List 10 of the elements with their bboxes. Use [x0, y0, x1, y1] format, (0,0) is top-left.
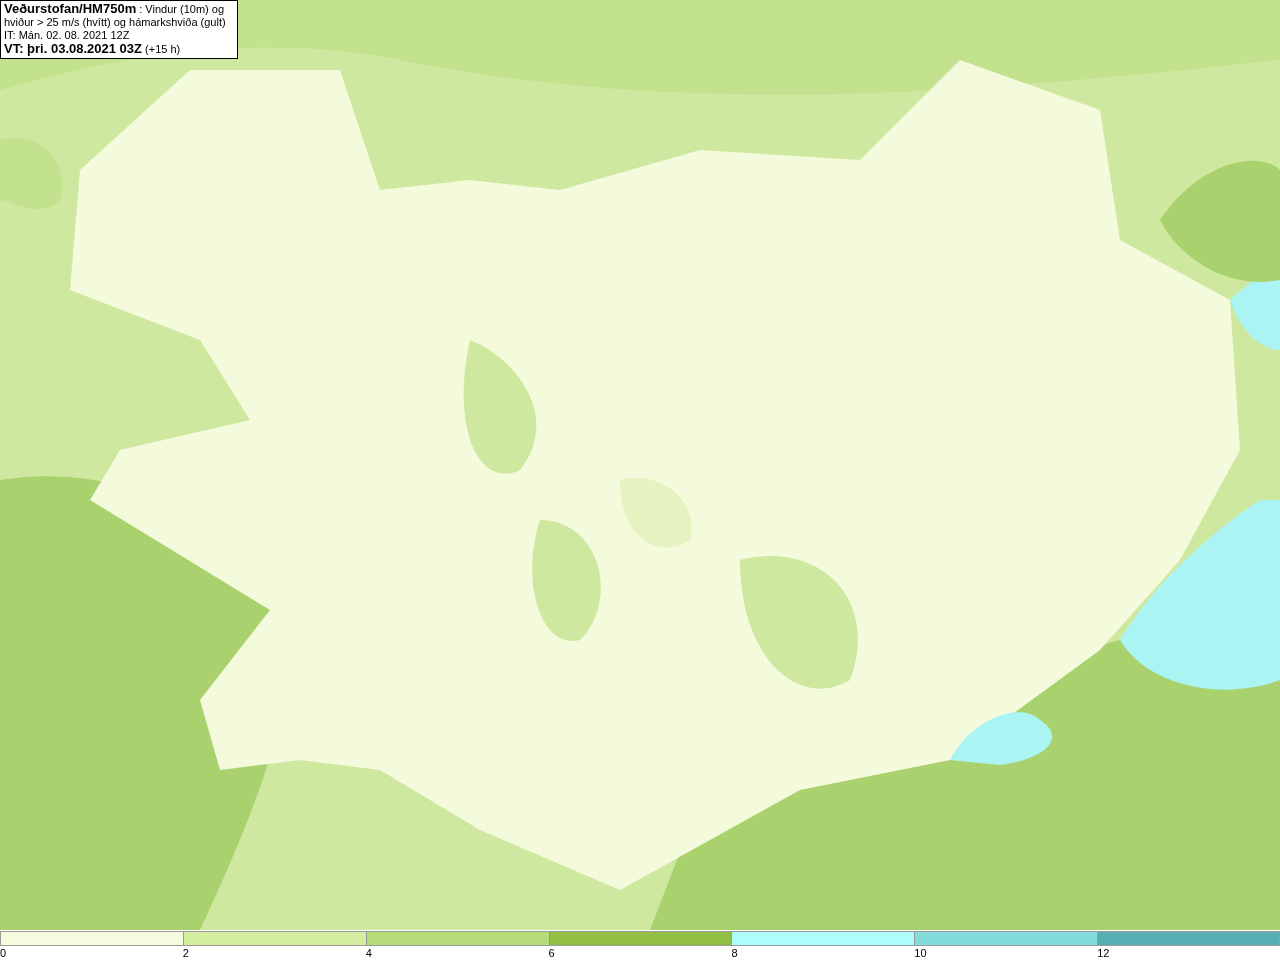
legend-label: 2 [182, 947, 189, 960]
info-text: VT: þri. 03.08.2021 03Z (+15 h) [4, 42, 182, 56]
legend-label: 12 [1097, 947, 1110, 960]
legend-label: 0 [0, 947, 7, 960]
legend-label: 6 [548, 947, 555, 960]
legend-label: 4 [365, 947, 372, 960]
info-text: Veðurstofan/HM750m : Vindur (10m) og hviður > 25 m/s (hvítt) og hámarkshviða (gult) [4, 2, 227, 29]
legend-label: 8 [731, 947, 738, 960]
legend-label: 10 [914, 947, 927, 960]
info-text: IT: Mán. 02. 08. 2021 12Z [4, 29, 131, 42]
